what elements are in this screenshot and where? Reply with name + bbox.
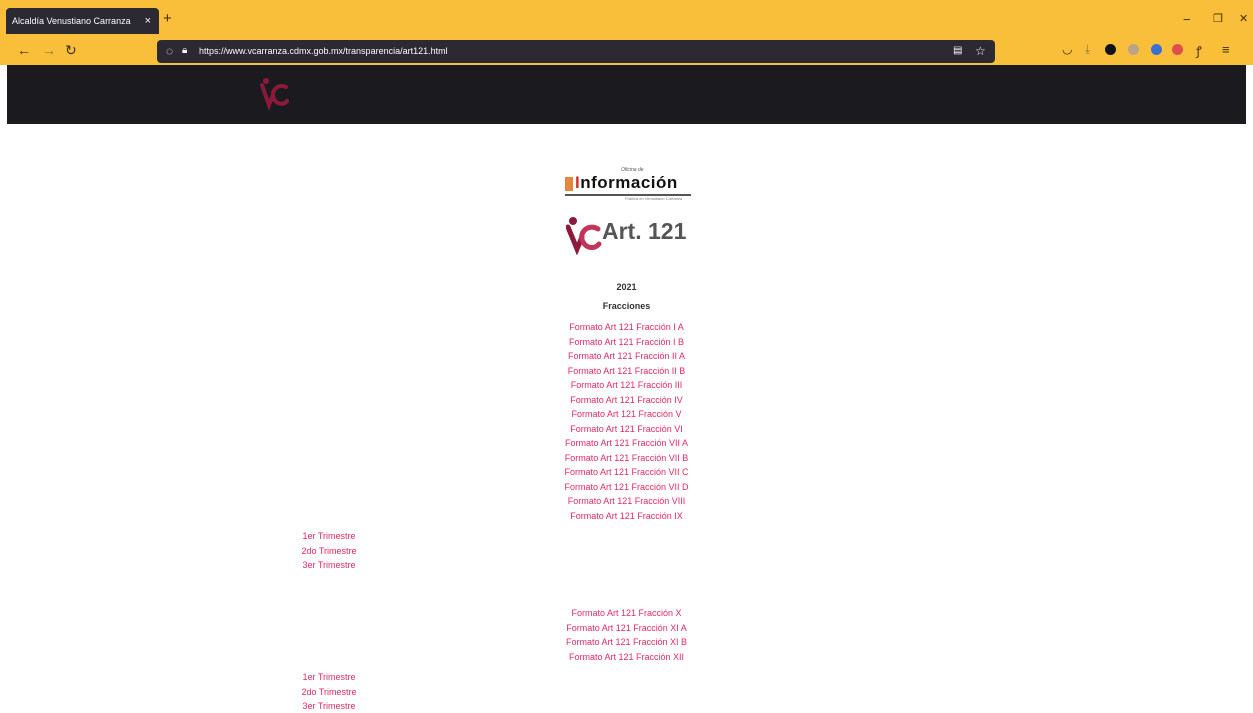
page-scrollbar[interactable] bbox=[1246, 65, 1253, 710]
trimestre-link[interactable]: 3er Trimestre bbox=[302, 699, 355, 713]
tab-title: Alcaldía Venustiano Carranza bbox=[12, 16, 131, 26]
new-tab-button[interactable]: + bbox=[163, 9, 172, 29]
site-logo[interactable] bbox=[260, 77, 290, 116]
fraccion-link[interactable]: Formato Art 121 Fracción XI A bbox=[0, 621, 1253, 635]
forward-arrow-icon[interactable]: → bbox=[42, 42, 56, 58]
fraccion-link[interactable]: Formato Art 121 Fracción VII A bbox=[0, 436, 1253, 450]
tab-close-icon[interactable]: × bbox=[145, 8, 151, 34]
trimestre-link[interactable]: 2do Trimestre bbox=[301, 544, 356, 558]
trimestre-link[interactable]: 1er Trimestre bbox=[302, 670, 355, 684]
brand-sub-text: Pública en Venustiano Carranza bbox=[625, 196, 683, 201]
site-header bbox=[7, 65, 1246, 124]
fraccion-link[interactable]: Formato Art 121 Fracción II A bbox=[0, 349, 1253, 363]
fraccion-link[interactable]: Formato Art 121 Fracción VII D bbox=[0, 480, 1253, 494]
fraccion-link[interactable]: Formato Art 121 Fracción IV bbox=[0, 393, 1253, 407]
fraccion-link[interactable]: Formato Art 121 Fracción X bbox=[0, 606, 1253, 620]
shield-icon[interactable]: ◌ bbox=[166, 42, 173, 60]
back-arrow-icon[interactable]: ← bbox=[17, 42, 31, 58]
pocket-icon[interactable]: ◡ bbox=[1062, 42, 1072, 56]
brand-main-text: Información bbox=[575, 173, 678, 192]
trimestre-link[interactable]: 1er Trimestre bbox=[302, 529, 355, 543]
fraccion-link[interactable]: Formato Art 121 Fracción XI B bbox=[0, 635, 1253, 649]
url-text[interactable]: https://www.vcarranza.cdmx.gob.mx/transp… bbox=[199, 40, 448, 63]
extension-icon-5[interactable]: ꝭ bbox=[1196, 42, 1202, 59]
page-title-row: Art. 121 bbox=[565, 215, 686, 256]
fraccion-link[interactable]: Formato Art 121 Fracción XII bbox=[0, 650, 1253, 664]
extension-icon-1[interactable] bbox=[1105, 44, 1116, 55]
lock-icon[interactable]: 🔒︎ bbox=[182, 42, 187, 60]
browser-tab[interactable]: Alcaldía Venustiano Carranza × bbox=[6, 8, 159, 34]
year-heading: 2021 bbox=[616, 282, 637, 292]
download-icon[interactable]: ⤓ bbox=[1085, 42, 1090, 57]
extension-icon-3[interactable] bbox=[1151, 44, 1162, 55]
trimestre-link[interactable]: 2do Trimestre bbox=[301, 685, 356, 699]
fraccion-link[interactable]: Formato Art 121 Fracción IX bbox=[0, 509, 1253, 523]
reader-view-icon[interactable]: ▤ bbox=[953, 42, 962, 60]
browser-tab-bar: Alcaldía Venustiano Carranza × + − ❐ ✕ bbox=[0, 0, 1253, 37]
browser-nav-bar: ← → ↻ ◌ 🔒︎ https://www.vcarranza.cdmx.go… bbox=[0, 37, 1253, 65]
fraccion-link[interactable]: Formato Art 121 Fracción II B bbox=[0, 364, 1253, 378]
page-title: Art. 121 bbox=[602, 218, 687, 244]
brand-accent-bar bbox=[565, 177, 573, 191]
fraccion-link[interactable]: Formato Art 121 Fracción VII C bbox=[0, 465, 1253, 479]
fraccion-link[interactable]: Formato Art 121 Fracción I B bbox=[0, 335, 1253, 349]
address-bar[interactable]: ◌ 🔒︎ https://www.vcarranza.cdmx.gob.mx/t… bbox=[157, 40, 995, 63]
reload-icon[interactable]: ↻ bbox=[65, 42, 77, 59]
fraccion-link[interactable]: Formato Art 121 Fracción VIII bbox=[0, 494, 1253, 508]
fraccion-link[interactable]: Formato Art 121 Fracción V bbox=[0, 407, 1253, 421]
fraccion-link[interactable]: Formato Art 121 Fracción I A bbox=[0, 320, 1253, 334]
trimestre-link[interactable]: 3er Trimestre bbox=[302, 558, 355, 572]
vc-logo-icon bbox=[565, 217, 602, 256]
fraccion-link[interactable]: Formato Art 121 Fracción VII B bbox=[0, 451, 1253, 465]
fracciones-heading: Fracciones bbox=[602, 301, 651, 311]
fraccion-link[interactable]: Formato Art 121 Fracción VI bbox=[0, 422, 1253, 436]
close-window-icon[interactable]: ✕ bbox=[1239, 12, 1248, 25]
extension-icon-4[interactable] bbox=[1172, 44, 1183, 55]
informacion-publica-logo: Oficina de Información Pública en Venust… bbox=[565, 167, 693, 205]
menu-icon[interactable]: ≡ bbox=[1222, 42, 1230, 57]
bookmark-star-icon[interactable]: ☆ bbox=[975, 42, 986, 60]
extension-icon-2[interactable] bbox=[1128, 44, 1139, 55]
restore-icon[interactable]: ❐ bbox=[1213, 12, 1223, 25]
minimize-icon[interactable]: − bbox=[1183, 12, 1191, 27]
fraccion-link[interactable]: Formato Art 121 Fracción III bbox=[0, 378, 1253, 392]
